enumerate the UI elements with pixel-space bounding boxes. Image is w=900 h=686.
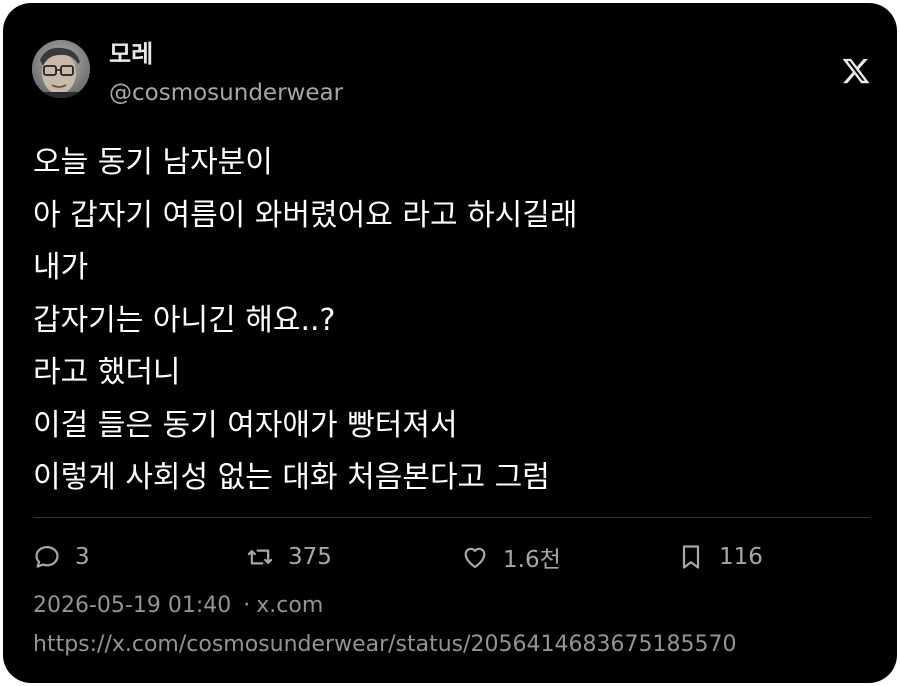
tweet-text: 오늘 동기 남자분이 아 갑자기 여름이 와버렸어요 라고 하시길래 내가 갑자… — [33, 137, 863, 505]
x-logo-icon[interactable] — [841, 56, 871, 86]
avatar[interactable] — [32, 40, 90, 98]
tweet-line: 이걸 들은 동기 여자애가 빵터져서 — [33, 407, 458, 443]
source-domain[interactable]: x.com — [256, 593, 323, 618]
tweet-meta: 2026-05-19 01:40 · x.com — [33, 592, 323, 620]
tweet-line: 오늘 동기 남자분이 — [33, 145, 273, 180]
tweet-line: 내가 — [33, 250, 89, 285]
author-display-name[interactable]: 모레 — [109, 39, 153, 69]
like-button[interactable]: 1.6천 — [461, 541, 561, 573]
speech-bubble-icon — [35, 545, 59, 568]
reply-count: 3 — [75, 544, 90, 570]
meta-separator: · — [243, 593, 251, 618]
bookmark-button[interactable]: 116 — [677, 541, 763, 573]
retweet-icon — [247, 549, 273, 565]
author-handle[interactable]: @cosmosunderwear — [109, 79, 343, 107]
tweet-line: 갑자기는 아니긴 해요..? — [33, 302, 336, 338]
divider — [33, 517, 870, 518]
tweet-line: 아 갑자기 여름이 와버렸어요 라고 하시길래 — [33, 197, 578, 233]
reply-button[interactable]: 3 — [33, 541, 90, 573]
timestamp[interactable]: 2026-05-19 01:40 — [33, 593, 231, 618]
tweet-line: 이렇게 사회성 없는 대화 처음본다고 그럼 — [33, 460, 550, 495]
bookmark-icon — [682, 545, 700, 569]
bookmark-count: 116 — [719, 544, 763, 570]
retweet-button[interactable]: 375 — [246, 541, 332, 573]
avatar-image — [32, 40, 90, 98]
like-count: 1.6천 — [503, 547, 561, 573]
tweet-line: 라고 했더니 — [33, 355, 181, 390]
retweet-count: 375 — [288, 544, 332, 570]
heart-icon — [464, 547, 486, 569]
tweet-card: 모레 @cosmosunderwear 오늘 동기 남자분이 아 갑자기 여름이… — [3, 3, 897, 683]
tweet-url[interactable]: https://x.com/cosmosunderwear/status/205… — [33, 631, 737, 659]
